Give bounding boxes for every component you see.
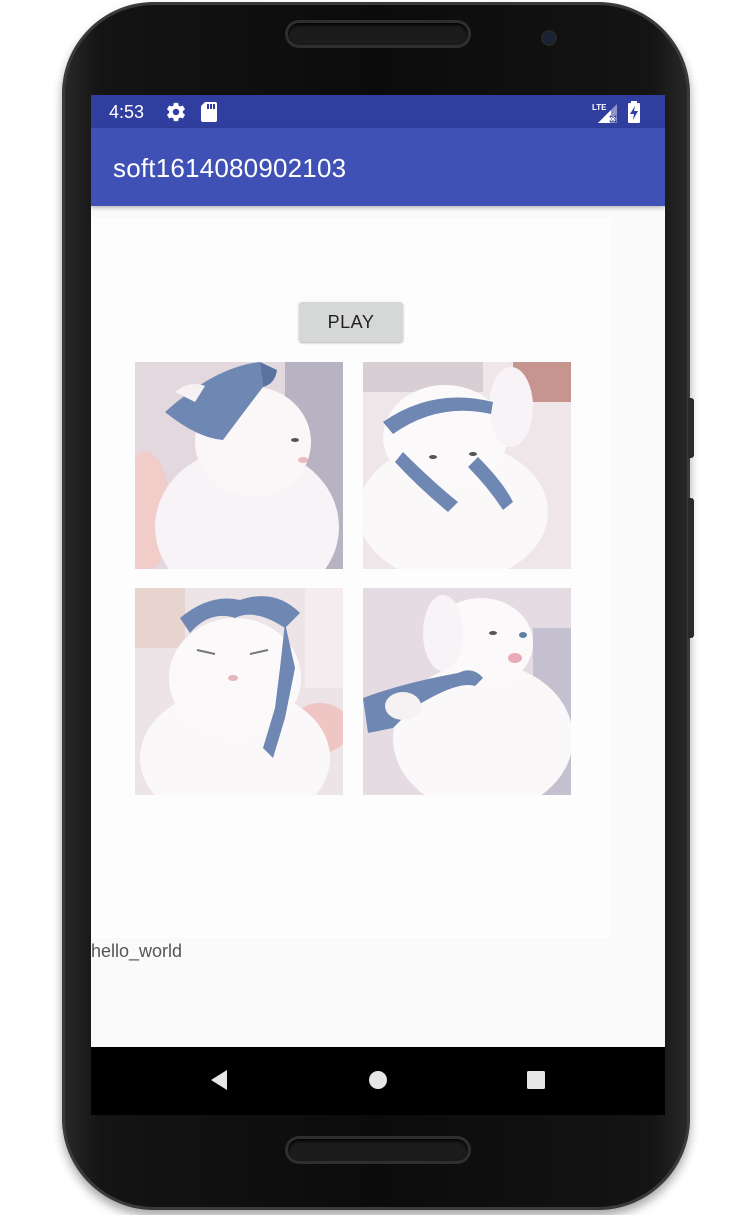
app-title: soft1614080902103 xyxy=(113,153,347,183)
status-bar: 4:53 LTE xyxy=(91,95,665,128)
cat-photo-1 xyxy=(135,362,343,569)
recents-icon[interactable] xyxy=(525,1067,547,1093)
earpiece-speaker xyxy=(288,23,468,45)
navigation-bar xyxy=(91,1047,665,1115)
hello-world-text: hello_world xyxy=(91,941,183,961)
back-icon[interactable] xyxy=(207,1067,231,1093)
status-time: 4:53 xyxy=(109,102,145,122)
volume-button xyxy=(688,398,694,458)
play-button[interactable]: PLAY xyxy=(299,302,403,342)
screen: 4:53 LTE soft1614080902103 PLAY hello_wo… xyxy=(91,95,665,1047)
cat-photo-4 xyxy=(363,588,571,795)
home-icon[interactable] xyxy=(367,1067,389,1093)
cat-photo-2 xyxy=(363,362,571,569)
battery-charging-icon xyxy=(628,101,640,123)
settings-gear-icon xyxy=(167,102,185,122)
content-card: PLAY xyxy=(91,218,611,938)
cat-photo-3 xyxy=(135,588,343,795)
bottom-speaker xyxy=(288,1139,468,1161)
app-bar: soft1614080902103 xyxy=(91,128,665,206)
power-button xyxy=(688,498,694,638)
front-camera xyxy=(543,32,555,44)
svg-text:LTE: LTE xyxy=(592,103,607,112)
sd-card-icon xyxy=(201,102,217,122)
lte-signal-icon: LTE xyxy=(592,103,617,123)
